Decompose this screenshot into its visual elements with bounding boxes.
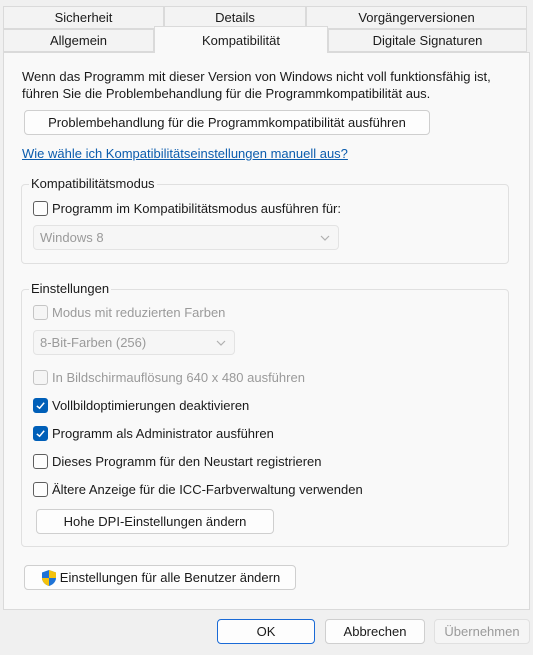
cancel-button[interactable]: Abbrechen xyxy=(325,619,425,644)
intro-text: Wenn das Programm mit dieser Version von… xyxy=(22,68,491,102)
run-admin-label: Programm als Administrator ausführen xyxy=(52,425,274,441)
run-admin-row[interactable]: Programm als Administrator ausführen xyxy=(33,423,274,443)
tab-label: Allgemein xyxy=(49,33,108,48)
all-users-button[interactable]: Einstellungen für alle Benutzer ändern xyxy=(24,565,296,590)
tab-allgemein[interactable]: Allgemein xyxy=(3,29,154,52)
restart-register-row[interactable]: Dieses Programm für den Neustart registr… xyxy=(33,451,322,471)
ok-button[interactable]: OK xyxy=(217,619,315,644)
checkmark-icon xyxy=(36,429,45,437)
icc-legacy-checkbox[interactable] xyxy=(33,481,48,497)
uac-shield-icon xyxy=(41,569,56,586)
color-depth-select[interactable]: 8-Bit-Farben (256) xyxy=(33,330,235,355)
tab-label: Digitale Signaturen xyxy=(372,33,483,48)
reduced-colors-checkbox[interactable] xyxy=(33,304,48,320)
apply-button-label: Übernehmen xyxy=(444,624,520,639)
tab-label: Details xyxy=(215,10,255,25)
compat-mode-checkbox[interactable] xyxy=(33,200,48,216)
tab-vorgaengerversionen[interactable]: Vorgängerversionen xyxy=(306,6,527,29)
tab-sicherheit[interactable]: Sicherheit xyxy=(3,6,164,29)
cancel-button-label: Abbrechen xyxy=(343,624,407,639)
os-version-value: Windows 8 xyxy=(40,230,104,245)
settings-title: Einstellungen xyxy=(29,281,112,296)
fullscreen-opt-row[interactable]: Vollbildoptimierungen deaktivieren xyxy=(33,395,249,415)
fullscreen-opt-label: Vollbildoptimierungen deaktivieren xyxy=(52,397,250,413)
res-640-label: In Bildschirmauflösung 640 x 480 ausführ… xyxy=(52,369,305,385)
troubleshoot-button-label: Problembehandlung für die Programmkompat… xyxy=(48,115,406,130)
color-depth-value: 8-Bit-Farben (256) xyxy=(40,335,147,350)
apply-button[interactable]: Übernehmen xyxy=(434,619,530,644)
intro-line-2: führen Sie die Problembehandlung für die… xyxy=(22,86,431,101)
all-users-button-label: Einstellungen für alle Benutzer ändern xyxy=(59,570,281,585)
high-dpi-button[interactable]: Hohe DPI-Einstellungen ändern xyxy=(36,509,274,534)
run-admin-checkbox[interactable] xyxy=(33,425,48,441)
troubleshoot-button[interactable]: Problembehandlung für die Programmkompat… xyxy=(24,110,430,135)
intro-line-1: Wenn das Programm mit dieser Version von… xyxy=(22,69,491,84)
tab-kompatibilitaet[interactable]: Kompatibilität xyxy=(154,26,328,53)
restart-register-label: Dieses Programm für den Neustart registr… xyxy=(52,453,322,469)
compatibility-panel: Wenn das Programm mit dieser Version von… xyxy=(3,52,530,610)
compat-mode-group xyxy=(21,184,509,264)
ok-button-label: OK xyxy=(256,624,276,639)
chevron-down-icon xyxy=(320,235,330,241)
icc-legacy-label: Ältere Anzeige für die ICC-Farbverwaltun… xyxy=(52,481,363,497)
compat-mode-checkbox-label: Programm im Kompatibilitätsmodus ausführ… xyxy=(52,200,342,216)
chevron-down-icon xyxy=(216,340,226,346)
os-version-select[interactable]: Windows 8 xyxy=(33,225,339,250)
tab-digitale-signaturen[interactable]: Digitale Signaturen xyxy=(328,29,527,52)
checkmark-icon xyxy=(36,401,45,409)
restart-register-checkbox[interactable] xyxy=(33,453,48,469)
fullscreen-opt-checkbox[interactable] xyxy=(33,397,48,413)
compat-mode-checkbox-row[interactable]: Programm im Kompatibilitätsmodus ausführ… xyxy=(33,198,341,218)
icc-legacy-row[interactable]: Ältere Anzeige für die ICC-Farbverwaltun… xyxy=(33,479,363,499)
tab-label: Kompatibilität xyxy=(201,32,281,48)
tab-label: Sicherheit xyxy=(54,10,113,25)
tab-label: Vorgängerversionen xyxy=(358,10,475,25)
high-dpi-button-label: Hohe DPI-Einstellungen ändern xyxy=(63,514,247,529)
res-640-row[interactable]: In Bildschirmauflösung 640 x 480 ausführ… xyxy=(33,367,305,387)
res-640-checkbox[interactable] xyxy=(33,369,48,385)
reduced-colors-label: Modus mit reduzierten Farben xyxy=(52,304,226,320)
reduced-colors-row[interactable]: Modus mit reduzierten Farben xyxy=(33,302,225,322)
compat-mode-title: Kompatibilitätsmodus xyxy=(29,176,157,191)
manual-settings-link[interactable]: Wie wähle ich Kompatibilitätseinstellung… xyxy=(22,146,348,161)
